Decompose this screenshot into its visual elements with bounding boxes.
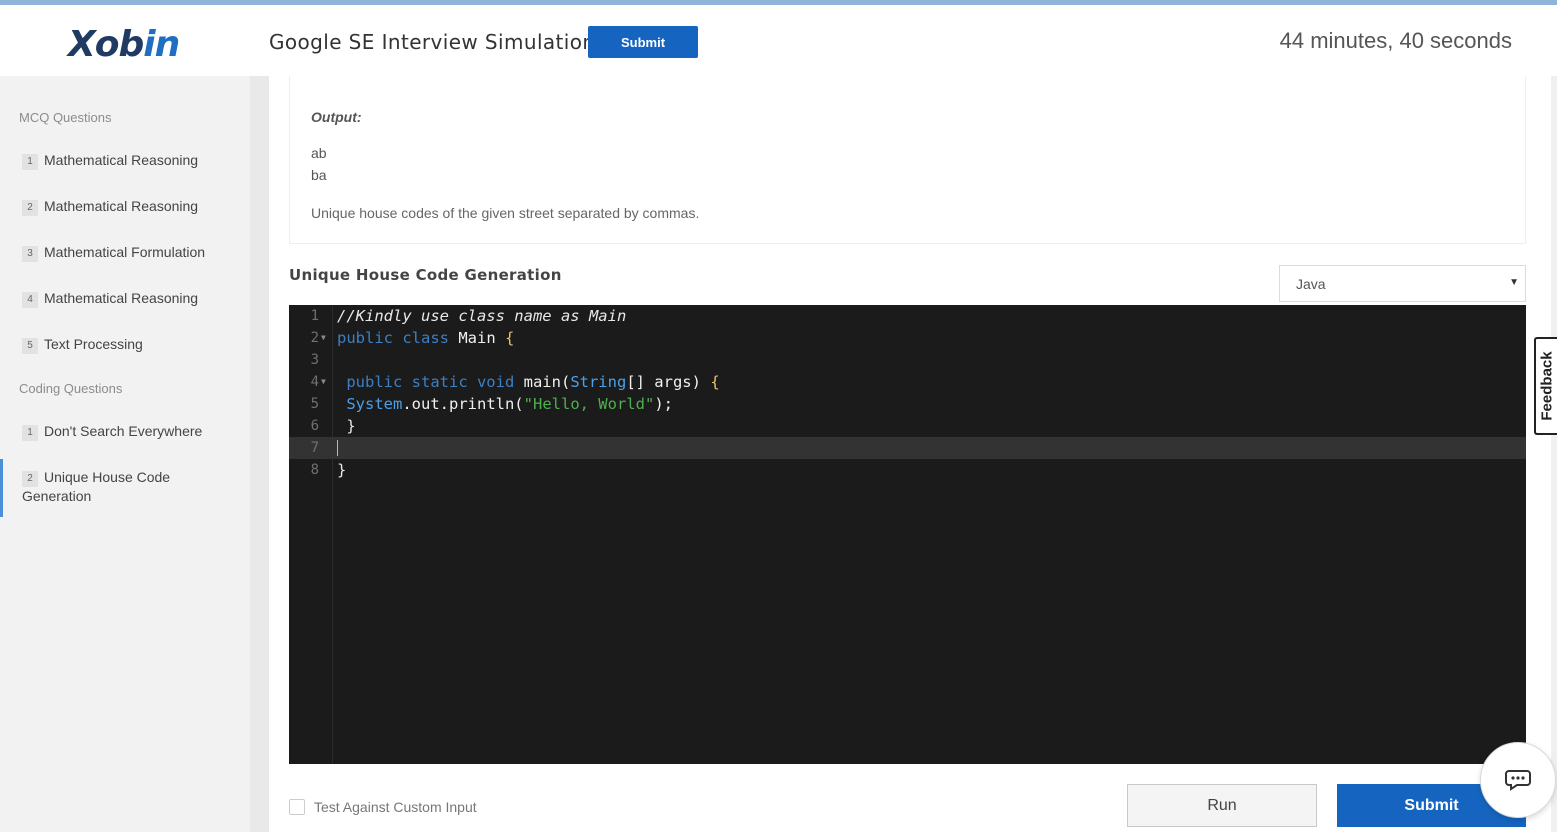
editor-line: 8 } [289,459,1526,481]
fold-toggle-icon[interactable]: ▼ [321,327,326,349]
question-number-badge: 4 [22,292,38,308]
question-sidebar: MCQ Questions 1 Mathematical Reasoning 2M… [0,76,250,832]
line-number: 6 [310,418,319,434]
question-title: Unique House Code Generation [289,266,562,284]
header-submit-button[interactable]: Submit [588,26,698,58]
line-number: 3 [310,352,319,368]
editor-line: 3 [289,349,1526,371]
output-line: ba [311,167,327,183]
mcq-section-label: MCQ Questions [19,110,112,125]
line-number: 4 [310,374,319,390]
code-text: System.out.println("Hello, World"); [337,395,673,413]
code-text: } [337,417,356,435]
sidebar-item-mcq-4[interactable]: 4 Mathematical Reasoning [0,289,250,308]
editor-line: 2 ▼ public class Main { [289,327,1526,349]
question-number-badge: 5 [22,338,38,354]
question-number-badge: 1 [22,154,38,170]
question-number-badge: 1 [22,425,38,441]
code-editor[interactable]: 1 //Kindly use class name as Main 2 ▼ pu… [289,305,1526,764]
sidebar-item-label: Text Processing [44,336,143,352]
sidebar-item-mcq-2[interactable]: 2 Mathematical Reasoning [0,197,250,216]
output-line: ab [311,145,327,161]
editor-line: 5 System.out.println("Hello, World"); [289,393,1526,415]
sidebar-item-mcq-5[interactable]: 5 Text Processing [0,335,250,354]
problem-statement-panel: Output: ab ba Unique house codes of the … [289,76,1526,244]
sidebar-item-label: Mathematical Reasoning [44,198,199,214]
question-number-badge: 3 [22,246,38,262]
code-text: } [337,461,347,479]
xobin-logo[interactable]: Xobin [68,24,180,65]
code-text: public class Main { [337,329,515,347]
code-text: //Kindly use class name as Main [337,307,627,325]
line-number: 8 [310,462,319,478]
text-cursor [337,440,338,456]
coding-section-label: Coding Questions [19,381,123,396]
sidebar-item-label: Unique House Code Generation [22,469,171,504]
sidebar-item-coding-2[interactable]: 2 Unique House Code Generation [0,459,250,517]
feedback-tab[interactable]: Feedback [1534,337,1557,435]
line-number: 1 [310,308,319,324]
question-number-badge: 2 [22,200,38,216]
code-text: public static void main(String[] args) { [337,373,720,391]
editor-line: 6 } [289,415,1526,437]
logo-text: Xob [68,24,144,65]
header: Xobin Google SE Interview Simulation Sub… [0,5,1557,76]
line-number: 2 [310,330,319,346]
sidebar-item-label: Mathematical Formulation [44,244,206,260]
logo-accent-text: in [143,24,180,65]
chat-icon [1505,770,1531,791]
language-select-value: Java [1296,276,1326,292]
chevron-down-icon: ▼ [1509,277,1519,288]
custom-input-label[interactable]: Test Against Custom Input [314,799,477,815]
sidebar-item-mcq-3[interactable]: 3 Mathematical Formulation [0,243,250,262]
test-title: Google SE Interview Simulation [269,30,596,54]
sidebar-item-coding-1[interactable]: 1 Don't Search Everywhere [0,422,250,441]
output-label: Output: [311,109,362,125]
sidebar-item-label: Mathematical Reasoning [44,152,199,168]
custom-input-checkbox[interactable] [289,799,305,815]
editor-line-current: 7 [289,437,1526,459]
chat-widget-button[interactable] [1480,742,1556,818]
fold-toggle-icon[interactable]: ▼ [321,371,326,393]
editor-line: 4 ▼ public static void main(String[] arg… [289,371,1526,393]
page-scrollbar[interactable] [1551,76,1557,832]
line-number: 5 [310,396,319,412]
line-number: 7 [310,440,319,456]
panel-divider [250,76,269,832]
sidebar-item-label: Don't Search Everywhere [44,423,203,439]
question-number-badge: 2 [22,471,38,487]
sidebar-item-label: Mathematical Reasoning [44,290,199,306]
language-select[interactable]: Java ▼ [1279,265,1526,302]
sidebar-item-mcq-1[interactable]: 1 Mathematical Reasoning [0,151,250,170]
editor-line: 1 //Kindly use class name as Main [289,305,1526,327]
feedback-label: Feedback [1538,351,1555,421]
run-button[interactable]: Run [1127,784,1317,827]
problem-note: Unique house codes of the given street s… [311,205,700,221]
countdown-timer: 44 minutes, 40 seconds [1279,28,1512,53]
